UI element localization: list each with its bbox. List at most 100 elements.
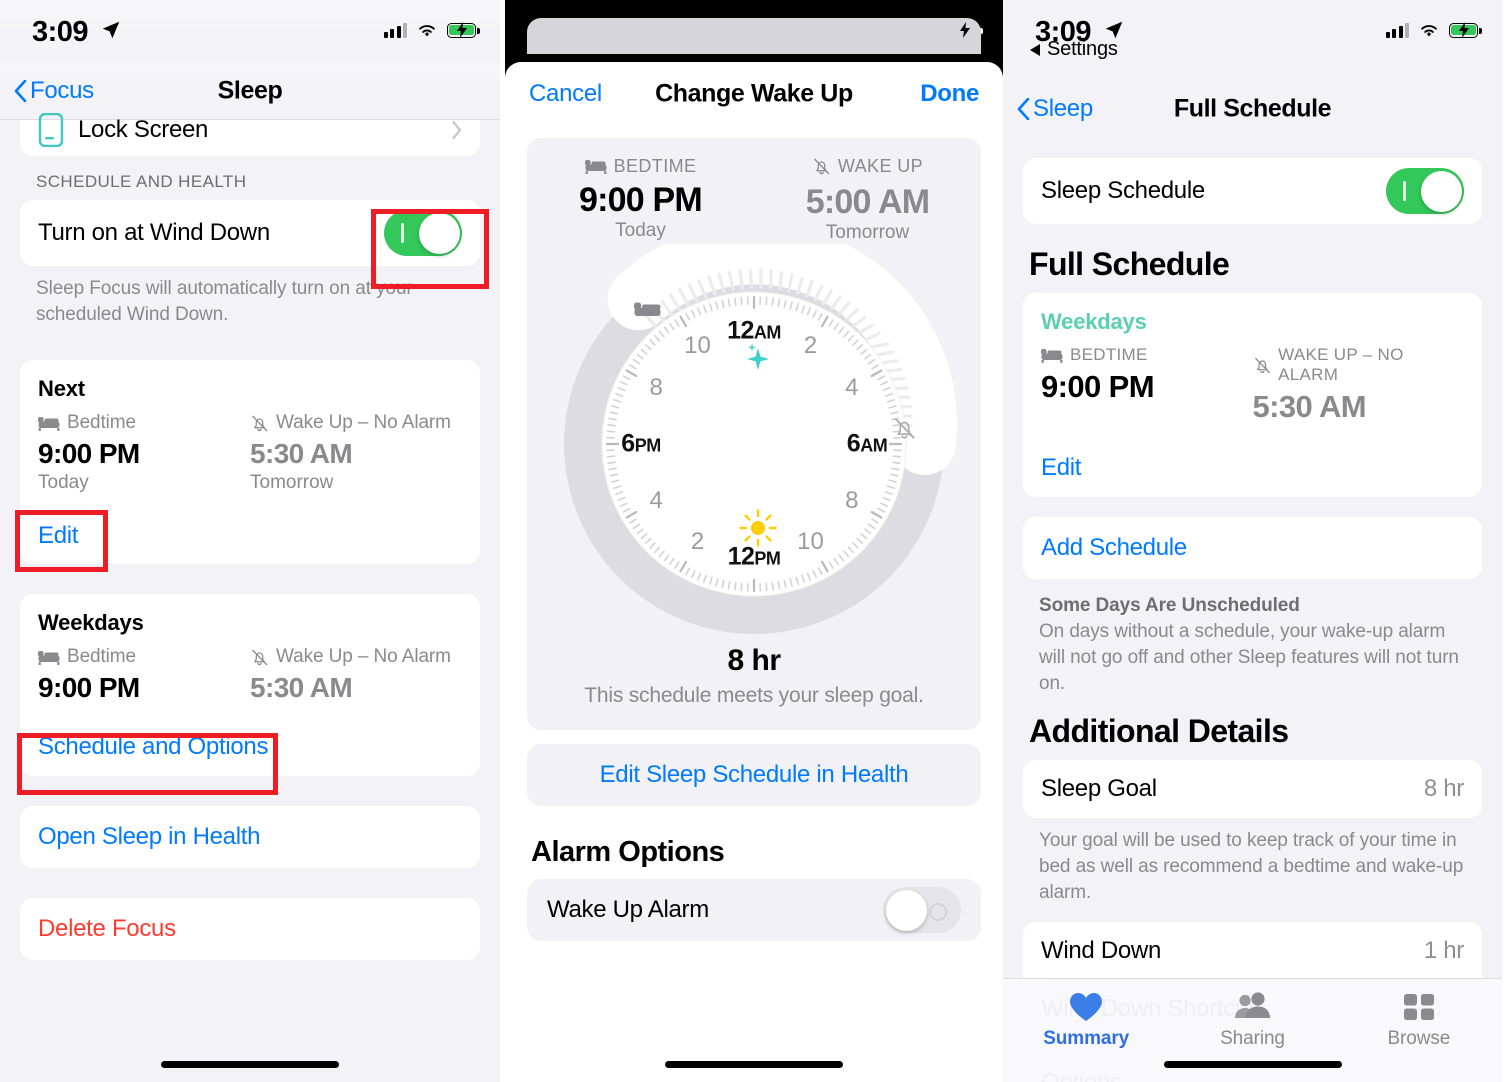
schedule-options-link: Schedule and Options (38, 733, 269, 760)
sleep-duration: 8 hr (727, 644, 781, 677)
bell-slash-icon (252, 649, 268, 665)
row-wind-down[interactable]: Wind Down 1 hr (1023, 922, 1482, 980)
row-schedule-and-options[interactable]: Schedule and Options (20, 718, 480, 776)
row-delete-focus[interactable]: Delete Focus (20, 898, 480, 960)
home-indicator (665, 1061, 843, 1068)
done-button[interactable]: Done (920, 80, 979, 108)
caption-text: WAKE UP (837, 156, 924, 176)
bedtime-caption: BEDTIME (1041, 345, 1253, 365)
hour-label: 2 (690, 527, 705, 555)
toggle-wake-up-alarm[interactable] (883, 887, 961, 933)
group-add-schedule: Add Schedule (1023, 517, 1482, 579)
sleep-duration-note: This schedule meets your sleep goal. (584, 684, 924, 707)
tab-summary[interactable]: Summary (1003, 979, 1169, 1082)
full-schedule-header: Full Schedule (1029, 246, 1230, 282)
tab-browse[interactable]: Browse (1336, 979, 1502, 1082)
delete-focus-label: Delete Focus (38, 915, 176, 942)
wakeup-day: Tomorrow (825, 222, 910, 243)
edit-sleep-schedule-in-health-button[interactable]: Edit Sleep Schedule in Health (527, 744, 981, 806)
wakeup-value: 5:30 AM (250, 672, 353, 703)
group-sleep-goal: Sleep Goal 8 hr (1023, 760, 1482, 818)
toggle-turn-on-wind-down[interactable] (384, 210, 462, 256)
group-next-schedule: Next Bedtime 9:00 PM Today Wake Up – No … (20, 360, 480, 564)
add-schedule-link: Add Schedule (1041, 534, 1187, 561)
group-delete-focus: Delete Focus (20, 898, 480, 960)
status-indicators (383, 22, 480, 38)
bell-slash-icon (1254, 357, 1270, 373)
wind-down-footnote: Sleep Focus will automatically turn on a… (36, 278, 413, 325)
tab-label: Sharing (1220, 1028, 1285, 1049)
row-add-schedule[interactable]: Add Schedule (1023, 517, 1482, 579)
wakeup-column: WAKE UP – NO ALARM 5:30 AM (1253, 345, 1465, 425)
schedule-name: Weekdays (38, 610, 144, 635)
unscheduled-footnote: Some Days Are Unscheduled On days withou… (1003, 579, 1502, 697)
status-bar-panel3: 3:09 Settings (1003, 0, 1502, 80)
row-lock-screen[interactable]: Lock Screen (20, 104, 480, 156)
panel-change-wake-up: 3:09 Cancel Change Wake Up (505, 0, 1003, 1082)
row-open-sleep-in-health[interactable]: Open Sleep in Health (20, 806, 480, 868)
status-time: 3:09 (32, 16, 89, 48)
row-sleep-goal[interactable]: Sleep Goal 8 hr (1023, 760, 1482, 818)
bed-handle-icon[interactable] (616, 280, 678, 342)
hour-label: 10 (797, 527, 824, 555)
schedule-name: Next (38, 376, 85, 401)
three-panel-screenshot: 3:09 Focus Sleep Lock Screen SCHEDULE AN… (0, 0, 1507, 1082)
unscheduled-body: On days without a schedule, your wake-up… (1039, 621, 1459, 694)
weekdays-schedule-card: Weekdays BEDTIME 9:00 PM WAKE UP – NO AL… (1023, 293, 1482, 439)
hour-label: 8 (845, 486, 859, 514)
wifi-icon (419, 25, 435, 36)
row-value: 1 hr (1423, 937, 1464, 964)
unscheduled-title: Some Days Are Unscheduled (1039, 595, 1300, 616)
wakeup-caption: WAKE UP (812, 156, 923, 177)
caption-text: Bedtime (67, 646, 137, 667)
modal-sheet: Cancel Change Wake Up Done BEDTIME 9:00 … (505, 62, 1003, 1082)
home-indicator (161, 1061, 339, 1068)
weekdays-schedule-card: Weekdays Bedtime 9:00 PM Wake Up – No Al… (20, 594, 480, 718)
sparkle-icon (747, 343, 769, 370)
row-label: Wake Up Alarm (547, 896, 709, 923)
bedtime-value: 9:00 PM (38, 438, 140, 469)
hour-label: 10 (684, 332, 711, 360)
bell-slash-icon (252, 415, 268, 431)
caption-text: BEDTIME (613, 156, 697, 176)
row-edit-next[interactable]: Edit (20, 508, 480, 564)
wakeup-summary: WAKE UP 5:00 AM Tomorrow (754, 156, 981, 244)
wakeup-caption: Wake Up – No Alarm (250, 412, 462, 434)
schedule-name: Weekdays (1041, 309, 1147, 334)
bedtime-column: Bedtime 9:00 PM (38, 646, 250, 704)
group-wind-down: Turn on at Wind Down (20, 200, 480, 266)
lock-screen-group: Lock Screen (20, 104, 480, 156)
bed-icon (38, 650, 60, 665)
location-arrow-icon (102, 21, 120, 39)
bedtime-caption: BEDTIME (584, 156, 697, 177)
people-icon (1235, 992, 1271, 1018)
alarm-handle-bell-slash-icon[interactable] (874, 399, 934, 459)
toggle-sleep-schedule[interactable] (1386, 168, 1464, 214)
bed-icon (38, 416, 60, 431)
bedtime-summary: BEDTIME 9:00 PM Today (527, 156, 754, 244)
bedtime-value: 9:00 PM (1041, 369, 1155, 404)
page-title: Sleep (217, 76, 283, 104)
caption-text: Wake Up – No Alarm (276, 646, 451, 667)
panel-sleep-focus-settings: 3:09 Focus Sleep Lock Screen SCHEDULE AN… (0, 0, 500, 1082)
row-wake-up-alarm[interactable]: Wake Up Alarm (527, 879, 981, 941)
group-weekdays-schedule: Weekdays Bedtime 9:00 PM Wake Up – No Al… (20, 594, 480, 776)
battery-charging-icon (447, 22, 480, 38)
sleep-schedule-dial[interactable]: 12AM 2 4 6AM 8 10 12PM 2 4 6PM 8 10 (544, 222, 964, 644)
back-to-settings-crumb[interactable]: Settings (1029, 38, 1118, 61)
row-label: Sleep Schedule (1041, 177, 1205, 204)
lock-screen-icon (38, 113, 64, 147)
wakeup-value: 5:30 AM (250, 438, 353, 469)
group-weekdays-schedule: Weekdays BEDTIME 9:00 PM WAKE UP – NO AL… (1023, 293, 1482, 497)
hour-label: 6PM (621, 429, 661, 458)
grid-icon (1403, 994, 1434, 1020)
row-turn-on-wind-down[interactable]: Turn on at Wind Down (20, 200, 480, 266)
sun-icon (739, 509, 777, 547)
row-label: Lock Screen (78, 116, 209, 143)
row-sleep-schedule[interactable]: Sleep Schedule (1023, 158, 1482, 224)
bedtime-caption: Bedtime (38, 646, 250, 668)
row-edit-weekdays[interactable]: Edit (1023, 439, 1482, 497)
tab-label: Summary (1043, 1028, 1130, 1049)
wifi-icon (1421, 25, 1437, 36)
bedtime-caption: Bedtime (38, 412, 250, 434)
